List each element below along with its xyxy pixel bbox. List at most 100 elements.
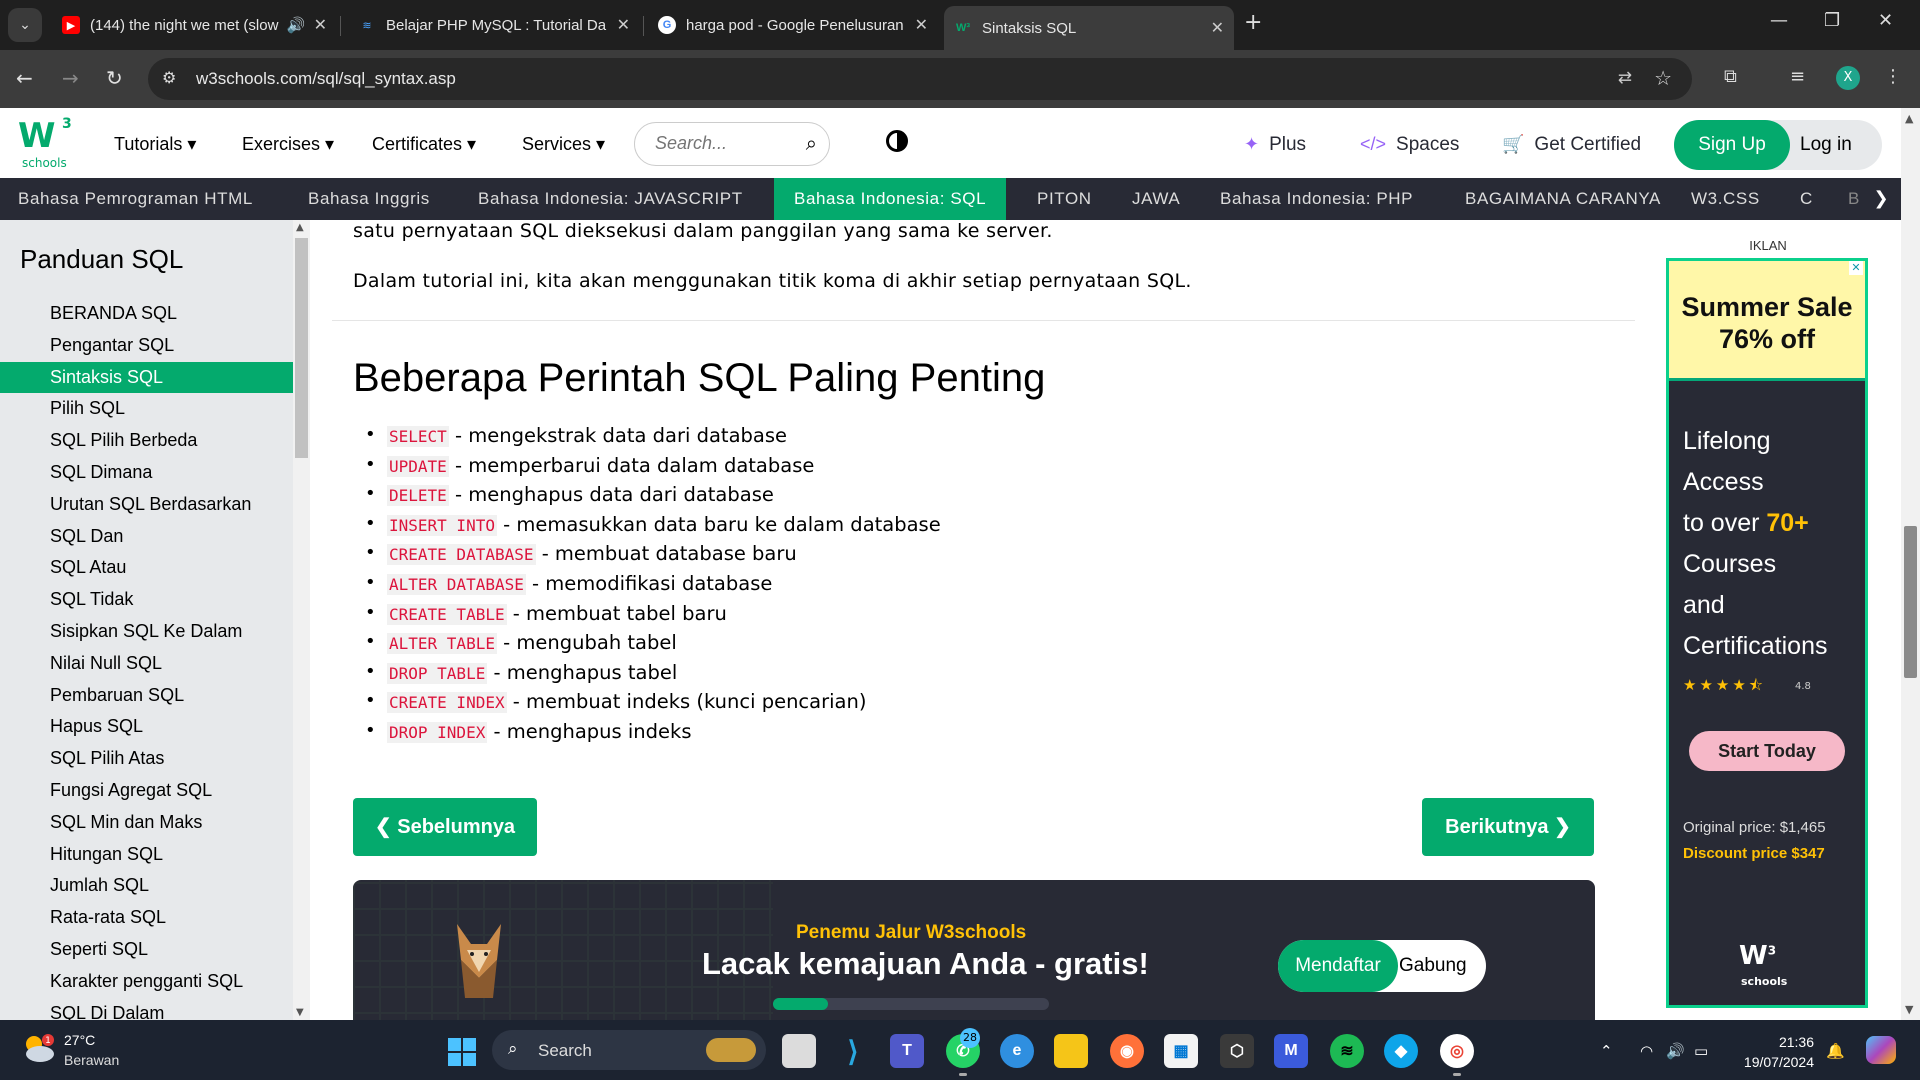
scroll-down-icon[interactable]: ▼ [1905, 1003, 1913, 1016]
url-text[interactable]: w3schools.com/sql/sql_syntax.asp [196, 69, 456, 89]
sidebar-item[interactable]: Pilih SQL [0, 393, 293, 424]
close-tab-icon[interactable]: ✕ [915, 15, 928, 35]
scroll-thumb[interactable] [295, 238, 308, 458]
translate-icon[interactable]: ⇄ [1618, 68, 1632, 88]
subnav-item[interactable]: JAWA [1132, 178, 1180, 220]
theme-toggle-icon[interactable] [886, 130, 908, 152]
taskbar-search[interactable]: ⌕ Search [492, 1030, 766, 1070]
sidebar-item[interactable]: Seperti SQL [0, 934, 293, 965]
close-tab-icon[interactable]: ✕ [617, 15, 630, 35]
weather-cloudy-icon[interactable]: 1 [20, 1032, 56, 1064]
edge-icon[interactable]: e [1000, 1034, 1034, 1068]
spotify-icon[interactable]: ≋ [1330, 1034, 1364, 1068]
subnav-item[interactable]: W3.CSS [1691, 178, 1760, 220]
sidebar-item[interactable]: SQL Dan [0, 521, 293, 552]
scroll-thumb[interactable] [1904, 526, 1917, 678]
system-clock[interactable]: 21:36 19/07/2024 [1742, 1032, 1814, 1072]
sidebar-item[interactable]: SQL Di Dalam [0, 998, 293, 1020]
task-view-icon[interactable] [782, 1034, 816, 1068]
sidebar-item[interactable]: Hitungan SQL [0, 839, 293, 870]
sidebar-item[interactable]: Sisipkan SQL Ke Dalam [0, 616, 293, 647]
ms-store-icon[interactable]: ▦ [1164, 1034, 1198, 1068]
sidebar-item[interactable]: Pengantar SQL [0, 330, 293, 361]
menu-exercises[interactable]: Exercises ▾ [242, 134, 334, 155]
subnav-item[interactable]: C [1800, 178, 1813, 220]
windows-start-icon[interactable] [448, 1038, 476, 1066]
sidebar-item[interactable]: Fungsi Agregat SQL [0, 775, 293, 806]
close-tab-icon[interactable]: ✕ [314, 15, 327, 35]
ad-close-icon[interactable]: ✕ [1849, 261, 1863, 275]
close-window-icon[interactable]: ✕ [1878, 10, 1893, 31]
search-input[interactable] [655, 133, 795, 154]
chrome-icon[interactable]: ◎ [1440, 1034, 1474, 1076]
menu-services[interactable]: Services ▾ [522, 134, 605, 155]
sidebar-item[interactable]: Sintaksis SQL [0, 361, 293, 393]
volume-icon[interactable]: 🔊 [1666, 1042, 1685, 1060]
search-icon[interactable]: ⌕ [806, 131, 817, 155]
register-button[interactable]: Mendaftar [1278, 940, 1398, 992]
sidebar-item[interactable]: SQL Tidak [0, 584, 293, 615]
w3schools-logo[interactable]: W3 schools [18, 116, 78, 170]
tab-youtube[interactable]: ▶ (144) the night we met (slow 🔊 ✕ [52, 6, 337, 44]
sidebar-item[interactable]: SQL Pilih Berbeda [0, 425, 293, 456]
tab-belajar-php[interactable]: ≋ Belajar PHP MySQL : Tutorial Da ✕ [348, 6, 640, 44]
close-tab-icon[interactable]: ✕ [1211, 18, 1224, 38]
subnav-item[interactable]: B [1848, 178, 1860, 220]
subnav-item[interactable]: Bahasa Inggris [308, 178, 430, 220]
weather-desc[interactable]: Berawan [64, 1052, 119, 1068]
minimize-icon[interactable]: — [1770, 10, 1788, 31]
speaker-icon[interactable]: 🔊 [287, 16, 306, 34]
subnav-item[interactable]: Bahasa Indonesia: PHP [1220, 178, 1413, 220]
restore-icon[interactable]: ❐ [1824, 10, 1840, 31]
media-control-icon[interactable]: ≡ [1790, 66, 1805, 87]
file-explorer-icon[interactable] [1054, 1034, 1088, 1068]
sidebar-item[interactable]: Karakter pengganti SQL [0, 966, 293, 997]
log-in-button[interactable]: Log in [1800, 120, 1852, 170]
previous-button[interactable]: ❮ Sebelumnya [353, 798, 537, 856]
page-scrollbar[interactable]: ▲ ▼ [1901, 108, 1920, 1020]
plus-link[interactable]: ✦ Plus [1244, 134, 1306, 156]
github-desktop-icon[interactable]: ⬡ [1220, 1034, 1254, 1068]
site-search[interactable]: ⌕ [634, 122, 830, 166]
teams-icon[interactable]: T [890, 1034, 924, 1068]
sidebar-item[interactable]: SQL Min dan Maks [0, 807, 293, 838]
forward-icon[interactable]: → [62, 66, 79, 90]
sidebar-item[interactable]: Urutan SQL Berdasarkan [0, 489, 293, 520]
reload-icon[interactable]: ↻ [106, 66, 123, 90]
scroll-up-icon[interactable]: ▲ [296, 222, 304, 233]
profile-avatar[interactable]: X [1836, 66, 1860, 90]
menu-certificates[interactable]: Certificates ▾ [372, 134, 476, 155]
menu-tutorials[interactable]: Tutorials ▾ [114, 134, 196, 155]
get-certified-link[interactable]: 🛒 Get Certified [1502, 134, 1641, 156]
spaces-link[interactable]: </> Spaces [1360, 134, 1459, 156]
notification-bell-icon[interactable]: 🔔 [1826, 1042, 1845, 1060]
tab-sintaksis-sql[interactable]: W³ Sintaksis SQL ✕ [944, 6, 1234, 50]
copilot-icon[interactable] [1866, 1036, 1896, 1064]
bookmark-star-icon[interactable]: ☆ [1654, 66, 1672, 90]
sidebar-scrollbar[interactable]: ▲ ▼ [293, 220, 310, 1020]
sidebar-item[interactable]: SQL Dimana [0, 457, 293, 488]
ad-banner[interactable]: Summer Sale 76% off ✕ Lifelong Access to … [1666, 258, 1868, 1008]
subnav-item[interactable]: PITON [1037, 178, 1092, 220]
address-bar[interactable]: ⚙ w3schools.com/sql/sql_syntax.asp ⇄ ☆ [148, 58, 1692, 100]
tab-google[interactable]: G harga pod - Google Penelusuran ✕ [648, 6, 938, 44]
new-tab-icon[interactable]: + [1244, 10, 1262, 35]
sidebar-item[interactable]: SQL Pilih Atas [0, 743, 293, 774]
sign-up-button[interactable]: Sign Up [1674, 120, 1790, 170]
site-info-icon[interactable]: ⚙ [162, 68, 176, 87]
join-button[interactable]: Gabung [1399, 940, 1467, 992]
subnav-item[interactable]: Bahasa Pemrograman HTML [18, 178, 253, 220]
tray-chevron-up-icon[interactable]: ⌃ [1600, 1042, 1613, 1060]
scroll-down-icon[interactable]: ▼ [296, 1007, 304, 1018]
weather-temp[interactable]: 27°C [64, 1032, 95, 1048]
wifi-icon[interactable]: ◠ [1640, 1042, 1653, 1060]
sidebar-item[interactable]: SQL Atau [0, 552, 293, 583]
app-icon[interactable]: ◆ [1384, 1034, 1418, 1068]
subnav-item[interactable]: Bahasa Indonesia: JAVASCRIPT [478, 178, 743, 220]
menu-kebab-icon[interactable]: ⋮ [1884, 66, 1902, 87]
sidebar-item[interactable]: Jumlah SQL [0, 870, 293, 901]
next-button[interactable]: Berikutnya ❯ [1422, 798, 1594, 856]
chevron-right-icon[interactable]: ❯ [1861, 178, 1901, 220]
subnav-item[interactable]: BAGAIMANA CARANYA [1465, 178, 1661, 220]
sidebar-item[interactable]: BERANDA SQL [0, 298, 293, 329]
